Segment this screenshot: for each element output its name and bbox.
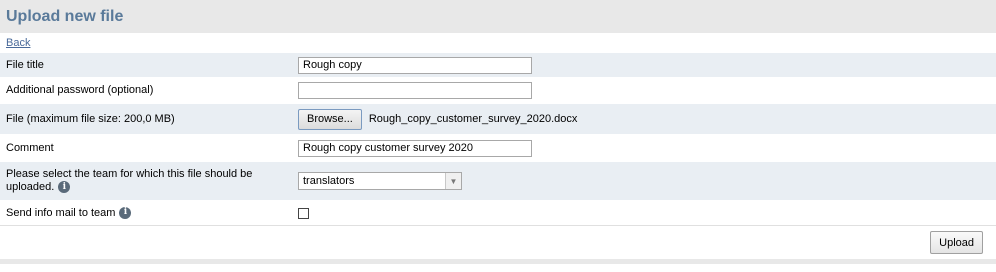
team-select-value: translators (303, 175, 355, 187)
send-mail-checkbox[interactable] (298, 207, 309, 219)
password-input[interactable] (298, 82, 532, 99)
team-label: Please select the team for which this fi… (6, 168, 253, 193)
send-mail-row: Send info mail to team i (0, 200, 996, 225)
info-icon[interactable]: i (58, 181, 71, 194)
bottom-bar (0, 259, 996, 264)
selected-file-name: Rough_copy_customer_survey_2020.docx (368, 113, 578, 125)
form-footer: Upload (0, 225, 996, 259)
send-mail-label: Send info mail to team (6, 206, 116, 219)
team-row: Please select the team for which this fi… (0, 161, 996, 200)
file-title-label: File title (6, 58, 44, 71)
back-row: Back (0, 33, 996, 52)
team-label-wrap: Please select the team for which this fi… (0, 168, 298, 194)
team-select[interactable]: translators ▼ (298, 172, 462, 190)
file-row: File (maximum file size: 200,0 MB) Brows… (0, 103, 996, 134)
password-row: Additional password (optional) (0, 77, 996, 103)
send-mail-label-wrap: Send info mail to team i (0, 207, 298, 220)
file-label: File (maximum file size: 200,0 MB) (6, 112, 175, 125)
chevron-down-icon[interactable]: ▼ (445, 173, 461, 189)
info-icon[interactable]: i (119, 206, 132, 219)
password-label: Additional password (optional) (6, 84, 154, 96)
file-title-row: File title (0, 52, 996, 77)
page-header: Upload new file (0, 0, 996, 33)
comment-row: Comment (0, 134, 996, 161)
back-link[interactable]: Back (6, 37, 30, 49)
upload-button[interactable]: Upload (930, 231, 983, 254)
comment-label: Comment (6, 141, 54, 154)
file-title-input[interactable] (298, 56, 532, 74)
browse-button[interactable]: Browse... (298, 108, 362, 130)
comment-input[interactable] (298, 139, 532, 157)
page-title: Upload new file (6, 7, 124, 25)
